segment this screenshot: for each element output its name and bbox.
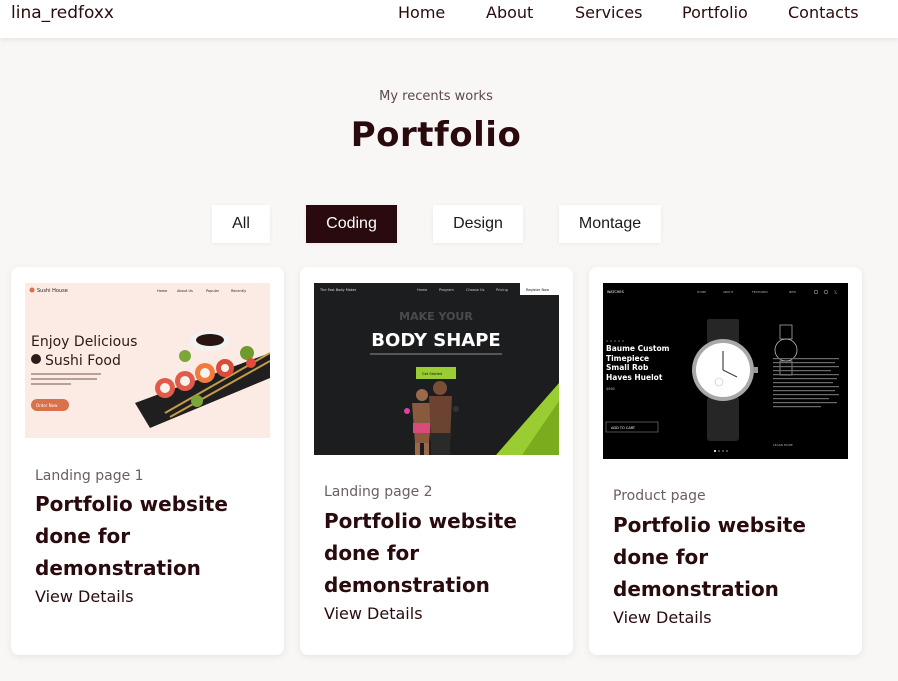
filter-all-button[interactable]: All: [212, 205, 270, 243]
card-category: Landing page 2: [324, 484, 433, 500]
portfolio-card: Sushi House Home About Us Popular Recent…: [11, 267, 284, 655]
filter-montage-button[interactable]: Montage: [559, 205, 661, 243]
nav-link-home[interactable]: Home: [398, 3, 445, 22]
thumb-learn-more-link: LEARN MORE: [773, 443, 793, 447]
view-details-link[interactable]: View Details: [613, 608, 712, 627]
card-category: Product page: [613, 488, 706, 504]
thumb-headline: MAKE YOUR: [399, 310, 473, 323]
portfolio-card: The Fast Body Maker Home Program Choose …: [300, 267, 573, 655]
thumb-menu-item: ABOUT: [723, 290, 734, 294]
thumb-menu-item: HOME: [697, 290, 706, 294]
sushi-landing-preview: Sushi House Home About Us Popular Recent…: [25, 283, 270, 438]
svg-text:Get Started: Get Started: [422, 372, 442, 376]
thumb-headline: BODY SHAPE: [371, 330, 500, 351]
nav-link-services[interactable]: Services: [575, 3, 642, 22]
navbar: lina_redfoxx Home About Services Portfol…: [0, 0, 898, 38]
card-title: Portfolio website done for demonstration: [324, 509, 517, 597]
fitness-landing-preview: The Fast Body Maker Home Program Choose …: [314, 283, 559, 455]
thumb-menu-item: Popular: [206, 289, 220, 293]
sushi-icon: [29, 287, 35, 293]
thumb-menu-item: Home: [157, 289, 167, 293]
card-title: Portfolio website done for demonstration: [35, 492, 228, 580]
thumb-product-name: Baume Custom Timepiece Small Rob Haves H…: [606, 344, 670, 382]
filter-coding-button[interactable]: Coding: [306, 205, 397, 243]
thumb-menu-item: Program: [439, 288, 454, 292]
view-details-link[interactable]: View Details: [324, 604, 423, 623]
section-subtitle: My recents works: [379, 89, 493, 104]
section-title: Portfolio: [350, 115, 522, 155]
thumb-menu-item: Pricing: [496, 288, 508, 292]
thumb-headline: Enjoy Delicious: [31, 334, 137, 350]
watch-product-preview: WATCHES HOME ABOUT FEATURED NEW 𝕏 Baume …: [603, 283, 848, 459]
thumb-menu-item: FEATURED: [752, 290, 768, 294]
thumb-brand: WATCHES: [607, 290, 625, 294]
card-thumbnail-fitness[interactable]: The Fast Body Maker Home Program Choose …: [314, 283, 559, 455]
thumb-headline: Sushi Food: [45, 353, 121, 369]
card-thumbnail-sushi[interactable]: Sushi House Home About Us Popular Recent…: [25, 283, 270, 438]
view-details-link[interactable]: View Details: [35, 587, 134, 606]
chopsticks-icon: [31, 354, 41, 364]
thumb-menu-item: NEW: [789, 290, 796, 294]
portfolio-card: WATCHES HOME ABOUT FEATURED NEW 𝕏 Baume …: [589, 267, 862, 655]
nav-link-contacts[interactable]: Contacts: [788, 3, 859, 22]
nav-link-portfolio[interactable]: Portfolio: [682, 3, 748, 22]
thumb-menu-item: Recently: [231, 289, 246, 293]
card-title: Portfolio website done for demonstration: [613, 513, 806, 601]
svg-text:Register Now: Register Now: [526, 288, 549, 292]
card-thumbnail-watch[interactable]: WATCHES HOME ABOUT FEATURED NEW 𝕏 Baume …: [603, 283, 848, 459]
thumb-menu-item: Choose Us: [466, 288, 485, 292]
thumb-price: $660: [606, 387, 615, 391]
thumb-menu-item: Home: [417, 288, 427, 292]
svg-text:Order Now: Order Now: [36, 403, 58, 408]
card-category: Landing page 1: [35, 468, 144, 484]
site-logo[interactable]: lina_redfoxx: [11, 3, 114, 23]
thumb-brand: The Fast Body Maker: [319, 288, 357, 292]
thumb-brand: Sushi House: [37, 288, 68, 294]
filter-design-button[interactable]: Design: [433, 205, 523, 243]
svg-text:ADD TO CART: ADD TO CART: [611, 426, 636, 430]
thumb-menu-item: About Us: [177, 289, 193, 293]
nav-link-about[interactable]: About: [486, 3, 533, 22]
